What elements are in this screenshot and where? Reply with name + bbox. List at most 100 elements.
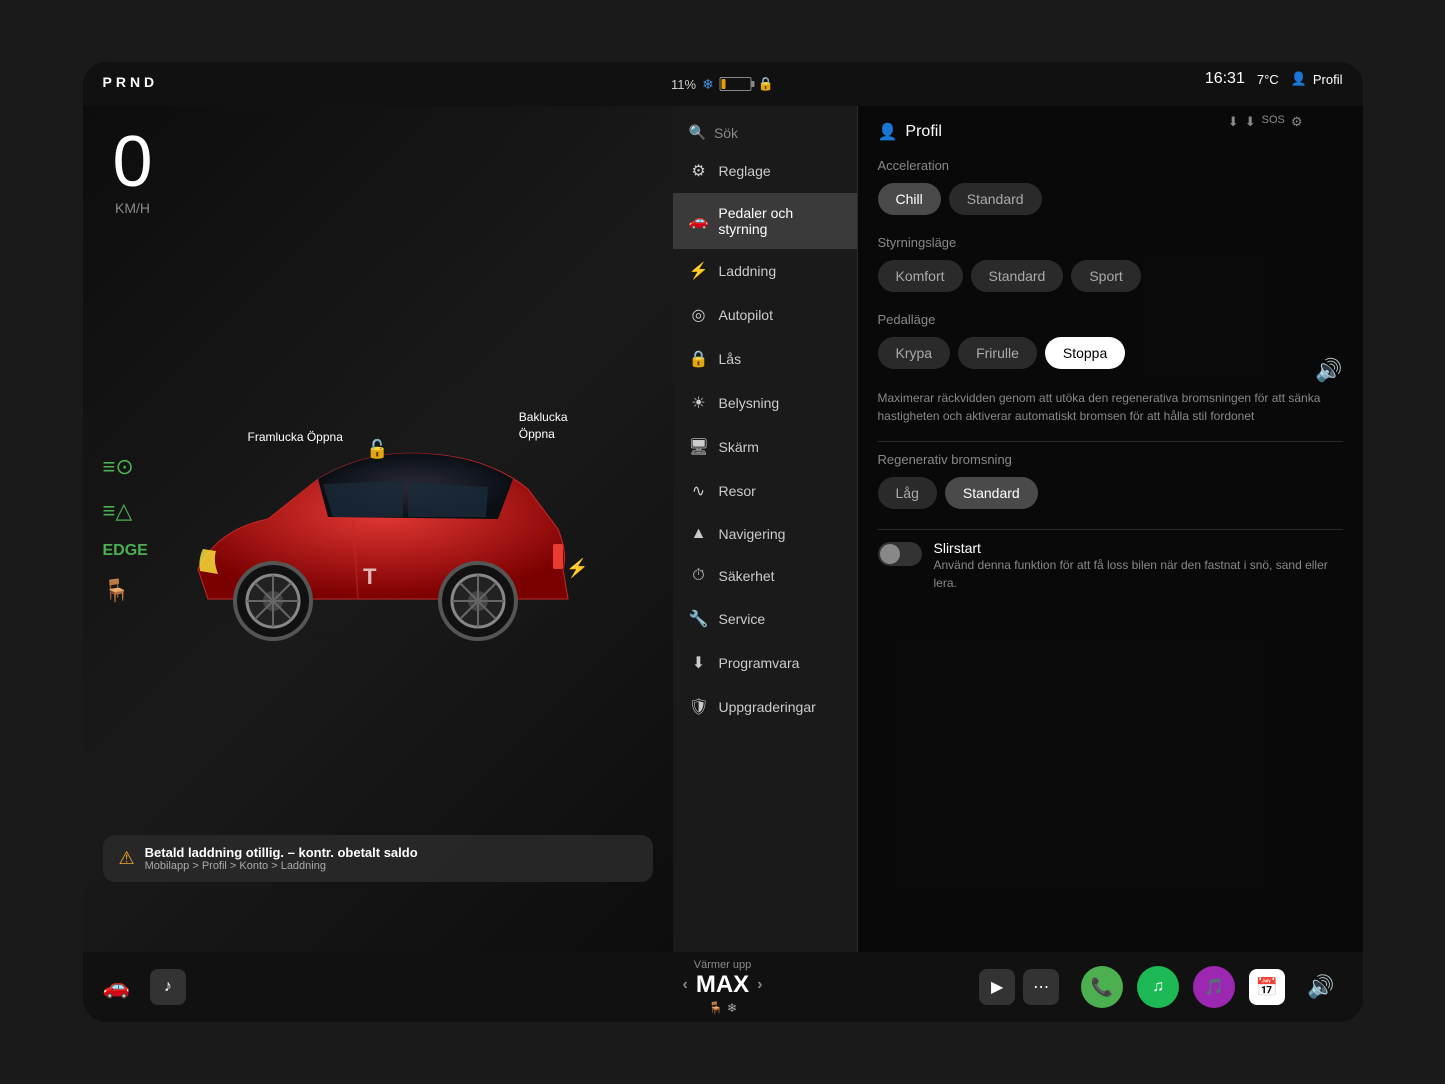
profile-icon: 👤 xyxy=(1291,71,1307,87)
acceleration-standard-btn[interactable]: Standard xyxy=(949,183,1042,215)
profile-title: Profil xyxy=(905,123,941,141)
acceleration-options: Chill Standard xyxy=(878,183,1343,215)
menu-column: 🔍 Sök ⚙ Reglage 🚗 Pedaler och styrning ⚡… xyxy=(673,106,858,952)
volume-btn[interactable]: 🔊 xyxy=(1299,974,1342,1000)
svg-text:⚡: ⚡ xyxy=(566,557,588,579)
profile-icon-content: 👤 xyxy=(878,122,898,142)
car-lock-icon: 🔓 xyxy=(366,439,388,460)
music-note-button[interactable]: ♪ xyxy=(150,969,186,1005)
bluetooth-icon: ❄ xyxy=(702,76,714,93)
pedal-options: Krypa Frirulle Stoppa xyxy=(878,337,1343,369)
search-bar[interactable]: 🔍 Sök xyxy=(673,116,857,149)
programvara-label: Programvara xyxy=(719,655,800,671)
regen-options: Låg Standard xyxy=(878,477,1343,509)
calendar-app[interactable]: 📅 xyxy=(1249,969,1285,1005)
battery-bar xyxy=(720,77,752,91)
fan-icon: ≡△ xyxy=(103,498,148,524)
media-button[interactable]: ▶ xyxy=(979,969,1015,1005)
heat-right-arrow[interactable]: › xyxy=(757,976,762,994)
slirstart-content: Slirstart Använd denna funktion för att … xyxy=(934,540,1343,592)
battery-fill xyxy=(722,79,725,89)
regen-lag-btn[interactable]: Låg xyxy=(878,477,937,509)
reglage-icon: ⚙ xyxy=(689,161,709,181)
laddning-icon: ⚡ xyxy=(689,261,709,281)
main-area: 0 KM/H ≡⊙ ≡△ EDGE 🪑 Framlucka Öppna Bakl… xyxy=(83,106,1363,952)
spotify-app[interactable]: ♫ xyxy=(1137,966,1179,1008)
warning-title: Betald laddning otillig. – kontr. obetal… xyxy=(145,845,418,860)
service-label: Service xyxy=(719,611,766,627)
menu-item-resor[interactable]: ∿ Resor xyxy=(673,469,857,513)
taskbar-apps: ▶ ⋯ 📞 ♫ 🎵 📅 🔊 xyxy=(979,966,1342,1008)
navigering-icon: ▲ xyxy=(689,525,709,543)
navigering-label: Navigering xyxy=(719,526,786,542)
menu-item-skarm[interactable]: 🖥 Skärm xyxy=(673,425,857,469)
warning-subtitle: Mobilapp > Profil > Konto > Laddning xyxy=(145,860,418,872)
phone-app[interactable]: 📞 xyxy=(1081,966,1123,1008)
pedal-krypa-btn[interactable]: Krypa xyxy=(878,337,951,369)
heat-left-arrow[interactable]: ‹ xyxy=(683,976,688,994)
dl-status: SOS xyxy=(1262,114,1285,130)
pedal-frirulle-btn[interactable]: Frirulle xyxy=(958,337,1037,369)
phone-icon: 📞 xyxy=(1091,977,1113,998)
styrning-standard-btn[interactable]: Standard xyxy=(971,260,1064,292)
time-display: 16:31 xyxy=(1205,70,1245,88)
front-door-label: Framlucka Öppna xyxy=(248,429,343,446)
settings-panel: ⬇ ⬇ SOS ⚙ 🔍 Sök ⚙ Reglage 🚗 xyxy=(673,106,1363,952)
taskbar-left: 🚗 ♪ xyxy=(103,969,186,1005)
pedal-title: Pedalläge xyxy=(878,312,1343,327)
uppgraderingar-icon: 🛡 xyxy=(689,697,709,717)
status-right: 16:31 7°C 👤 Profil xyxy=(1205,70,1343,88)
autopilot-icon: ◎ xyxy=(689,305,709,325)
regen-standard-btn[interactable]: Standard xyxy=(945,477,1038,509)
profile-button[interactable]: 👤 Profil xyxy=(1291,71,1343,87)
las-label: Lås xyxy=(719,351,742,367)
search-label: Sök xyxy=(714,125,738,141)
menu-item-sakerhet[interactable]: ⏱ Säkerhet xyxy=(673,555,857,597)
belysning-label: Belysning xyxy=(719,395,780,411)
menu-item-programvara[interactable]: ⬇ Programvara xyxy=(673,641,857,685)
defrost-icon: ❄ xyxy=(727,1001,737,1015)
speed-unit: KM/H xyxy=(113,200,153,216)
uppgraderingar-label: Uppgraderingar xyxy=(719,699,816,715)
music-app[interactable]: 🎵 xyxy=(1193,966,1235,1008)
styrning-sport-btn[interactable]: Sport xyxy=(1071,260,1140,292)
svg-text:T: T xyxy=(363,564,377,589)
rear-door-label: BakluckaÖppna xyxy=(519,409,568,443)
menu-item-pedaler[interactable]: 🚗 Pedaler och styrning xyxy=(673,193,857,249)
sakerhet-icon: ⏱ xyxy=(689,567,709,585)
heat-icons: 🪑 ❄ xyxy=(708,1001,737,1015)
styrning-komfort-btn[interactable]: Komfort xyxy=(878,260,963,292)
status-center: 11% ❄ 🔒 xyxy=(671,76,774,93)
car-panel: 0 KM/H ≡⊙ ≡△ EDGE 🪑 Framlucka Öppna Bakl… xyxy=(83,106,673,952)
resor-label: Resor xyxy=(719,483,756,499)
divider-2 xyxy=(878,529,1343,530)
reglage-label: Reglage xyxy=(719,163,771,179)
skarm-icon: 🖥 xyxy=(689,437,709,457)
battery-info: 11% ❄ 🔒 xyxy=(671,76,774,93)
menu-item-laddning[interactable]: ⚡ Laddning xyxy=(673,249,857,293)
service-icon: 🔧 xyxy=(689,609,709,629)
car-nav-icon[interactable]: 🚗 xyxy=(103,974,130,1000)
volume-icon[interactable]: 🔊 xyxy=(1315,358,1342,701)
warning-bar[interactable]: ⚠ Betald laddning otillig. – kontr. obet… xyxy=(103,835,653,882)
menu-item-las[interactable]: 🔒 Lås xyxy=(673,337,857,381)
battery-percent: 11% xyxy=(671,77,696,92)
menu-item-uppgraderingar[interactable]: 🛡 Uppgraderingar xyxy=(673,685,857,729)
regen-title: Regenerativ bromsning xyxy=(878,452,1343,467)
menu-item-autopilot[interactable]: ◎ Autopilot xyxy=(673,293,857,337)
app-grid-button[interactable]: ⋯ xyxy=(1023,969,1059,1005)
menu-item-service[interactable]: 🔧 Service xyxy=(673,597,857,641)
pedal-stoppa-btn[interactable]: Stoppa xyxy=(1045,337,1125,369)
warning-text: Betald laddning otillig. – kontr. obetal… xyxy=(145,845,418,872)
acceleration-title: Acceleration xyxy=(878,158,1343,173)
menu-item-belysning[interactable]: ☀ Belysning xyxy=(673,381,857,425)
slirstart-toggle[interactable] xyxy=(878,542,922,566)
status-bar: PRND 11% ❄ 🔒 16:31 7°C 👤 Profil xyxy=(83,62,1363,106)
download-status: ⬇ ⬇ SOS ⚙ xyxy=(1228,114,1303,130)
menu-item-navigering[interactable]: ▲ Navigering xyxy=(673,513,857,555)
menu-item-reglage[interactable]: ⚙ Reglage xyxy=(673,149,857,193)
styrning-options: Komfort Standard Sport xyxy=(878,260,1343,292)
acceleration-chill-btn[interactable]: Chill xyxy=(878,183,941,215)
warning-icon: ⚠ xyxy=(119,848,135,869)
settings-icon: ⚙ xyxy=(1291,114,1303,130)
